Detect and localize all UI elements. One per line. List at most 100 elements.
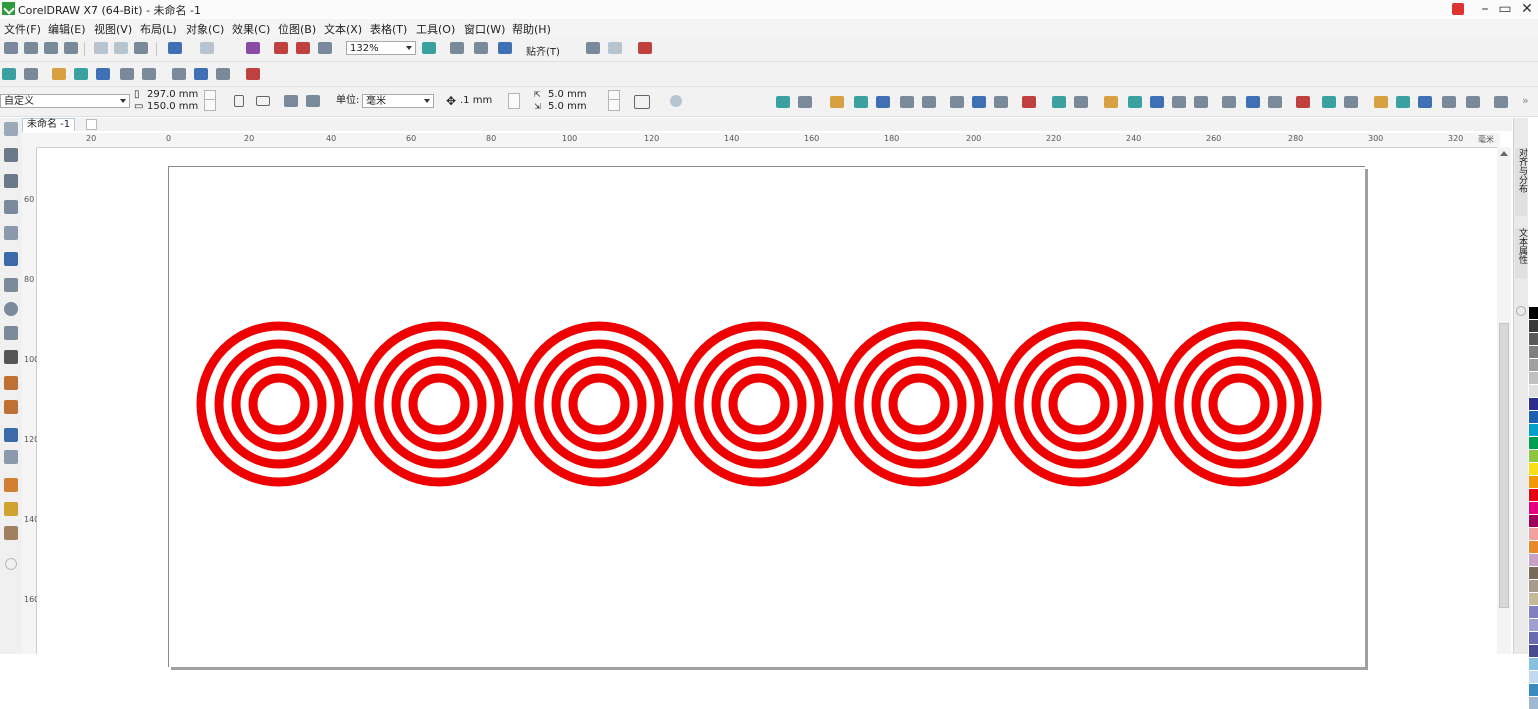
publish-pdf-icon[interactable] xyxy=(318,42,332,54)
color-swatch[interactable] xyxy=(1529,450,1538,462)
vertical-ruler[interactable]: 60 80 100 120 140 160 xyxy=(22,147,39,654)
cut-icon[interactable] xyxy=(94,42,108,54)
portrait-icon[interactable] xyxy=(234,95,244,107)
color-swatch[interactable] xyxy=(1529,320,1538,332)
landscape-icon[interactable] xyxy=(256,96,270,106)
restore-button[interactable]: ▭ xyxy=(1494,0,1516,19)
color-swatch[interactable] xyxy=(1529,489,1538,501)
color-swatch[interactable] xyxy=(1529,411,1538,423)
ring[interactable] xyxy=(1156,321,1322,487)
dimension-icon[interactable] xyxy=(1494,96,1508,108)
target-rings[interactable] xyxy=(1156,321,1322,487)
target-rings[interactable] xyxy=(516,321,682,487)
page-width-field[interactable]: 297.0 mm xyxy=(147,90,198,100)
color-swatch[interactable] xyxy=(1529,619,1538,631)
docker-tab-text-properties[interactable]: 文本属性 xyxy=(1515,228,1527,278)
color-swatch[interactable] xyxy=(1529,385,1538,397)
ring[interactable] xyxy=(888,373,950,435)
rgb-icon[interactable] xyxy=(1128,96,1142,108)
color-swatch[interactable] xyxy=(1529,515,1538,527)
color-swatch[interactable] xyxy=(1529,554,1538,566)
align-icon[interactable] xyxy=(830,96,844,108)
save-icon[interactable] xyxy=(44,42,58,54)
color-swatch[interactable] xyxy=(1529,307,1538,319)
duplicate-y-stepper[interactable] xyxy=(608,99,620,111)
search-content-icon[interactable] xyxy=(246,42,260,54)
snap-to-dropdown[interactable]: 贴齐(T) xyxy=(526,43,560,58)
rectangle-tool-icon[interactable] xyxy=(4,278,18,292)
color-swatch[interactable] xyxy=(1529,502,1538,514)
smart-fill-tool-icon[interactable] xyxy=(4,526,18,540)
group-icon[interactable] xyxy=(1172,96,1186,108)
rgb-icon[interactable] xyxy=(1396,96,1410,108)
open-icon[interactable] xyxy=(24,42,38,54)
menu-table[interactable]: 表格(T) xyxy=(370,21,407,37)
ungroup-icon[interactable] xyxy=(142,68,156,80)
color-swatch[interactable] xyxy=(1529,346,1538,358)
ring[interactable] xyxy=(836,321,1002,487)
horizontal-ruler[interactable]: 20 0 20 40 60 80 100 120 140 160 180 200… xyxy=(22,133,1500,148)
paste-icon[interactable] xyxy=(134,42,148,54)
nudge-stepper[interactable] xyxy=(508,93,520,109)
shape-tool-icon[interactable] xyxy=(4,148,18,162)
scroll-up-icon[interactable] xyxy=(1500,151,1508,156)
menu-view[interactable]: 视图(V) xyxy=(94,21,132,37)
transparency-tool-icon[interactable] xyxy=(4,450,18,464)
cmyk-icon[interactable] xyxy=(1150,96,1164,108)
document-tab[interactable]: 未命名 -1 xyxy=(22,118,76,131)
cut-marks-icon[interactable] xyxy=(1296,96,1310,108)
interactive-fill-tool-icon[interactable] xyxy=(4,502,18,516)
ring[interactable] xyxy=(568,373,630,435)
color-swatch[interactable] xyxy=(1529,424,1538,436)
page-height-stepper[interactable] xyxy=(204,99,216,111)
nudge-distance-field[interactable]: .1 mm xyxy=(460,96,492,106)
zoom-level-combo[interactable]: 132% xyxy=(346,41,416,55)
duplicate-distance-x-field[interactable]: 5.0 mm xyxy=(548,90,587,100)
color-swatch[interactable] xyxy=(1529,697,1538,709)
color-swatch[interactable] xyxy=(1529,580,1538,592)
barcode-icon[interactable] xyxy=(194,68,208,80)
color-swatch[interactable] xyxy=(1529,632,1538,644)
quick-customize-icon[interactable] xyxy=(5,558,17,570)
rgb-icon[interactable] xyxy=(74,68,88,80)
duplicate-distance-y-field[interactable]: 5.0 mm xyxy=(548,102,587,112)
ring[interactable] xyxy=(248,373,310,435)
units-combo[interactable]: 毫米 xyxy=(362,94,434,108)
menu-tools[interactable]: 工具(O) xyxy=(416,21,455,37)
layers-icon[interactable] xyxy=(216,68,230,80)
new-icon[interactable] xyxy=(4,42,18,54)
target-rings[interactable] xyxy=(676,321,842,487)
color-swatch[interactable] xyxy=(1529,333,1538,345)
macro-icon[interactable] xyxy=(798,96,812,108)
ring[interactable] xyxy=(408,373,470,435)
account-icon[interactable] xyxy=(1452,3,1464,15)
cmyk-icon[interactable] xyxy=(1418,96,1432,108)
vba-icon[interactable] xyxy=(2,68,16,80)
group-icon[interactable] xyxy=(1442,96,1456,108)
color-swatch[interactable] xyxy=(1529,606,1538,618)
target-rings[interactable] xyxy=(196,321,362,487)
ring[interactable] xyxy=(996,321,1162,487)
color-swatch[interactable] xyxy=(1529,593,1538,605)
ring[interactable] xyxy=(196,321,362,487)
color-swatch[interactable] xyxy=(1529,528,1538,540)
minimize-button[interactable]: – xyxy=(1474,0,1496,19)
group-icon[interactable] xyxy=(900,96,914,108)
color-swatch[interactable] xyxy=(1529,463,1538,475)
align-icon[interactable] xyxy=(52,68,66,80)
freehand-tool-icon[interactable] xyxy=(4,226,18,240)
color-swatch[interactable] xyxy=(1529,437,1538,449)
full-screen-preview-icon[interactable] xyxy=(422,42,436,54)
target-rings[interactable] xyxy=(996,321,1162,487)
align-icon[interactable] xyxy=(1104,96,1118,108)
menu-bitmaps[interactable]: 位图(B) xyxy=(278,21,316,37)
show-rulers-icon[interactable] xyxy=(450,42,464,54)
menu-window[interactable]: 窗口(W) xyxy=(464,21,505,37)
macro-icon[interactable] xyxy=(1074,96,1088,108)
menu-effects[interactable]: 效果(C) xyxy=(232,21,270,37)
color-swatch[interactable] xyxy=(1529,567,1538,579)
macro-icon[interactable] xyxy=(1344,96,1358,108)
color-swatch[interactable] xyxy=(1529,671,1538,683)
ungroup-icon[interactable] xyxy=(922,96,936,108)
menu-object[interactable]: 对象(C) xyxy=(186,21,224,37)
